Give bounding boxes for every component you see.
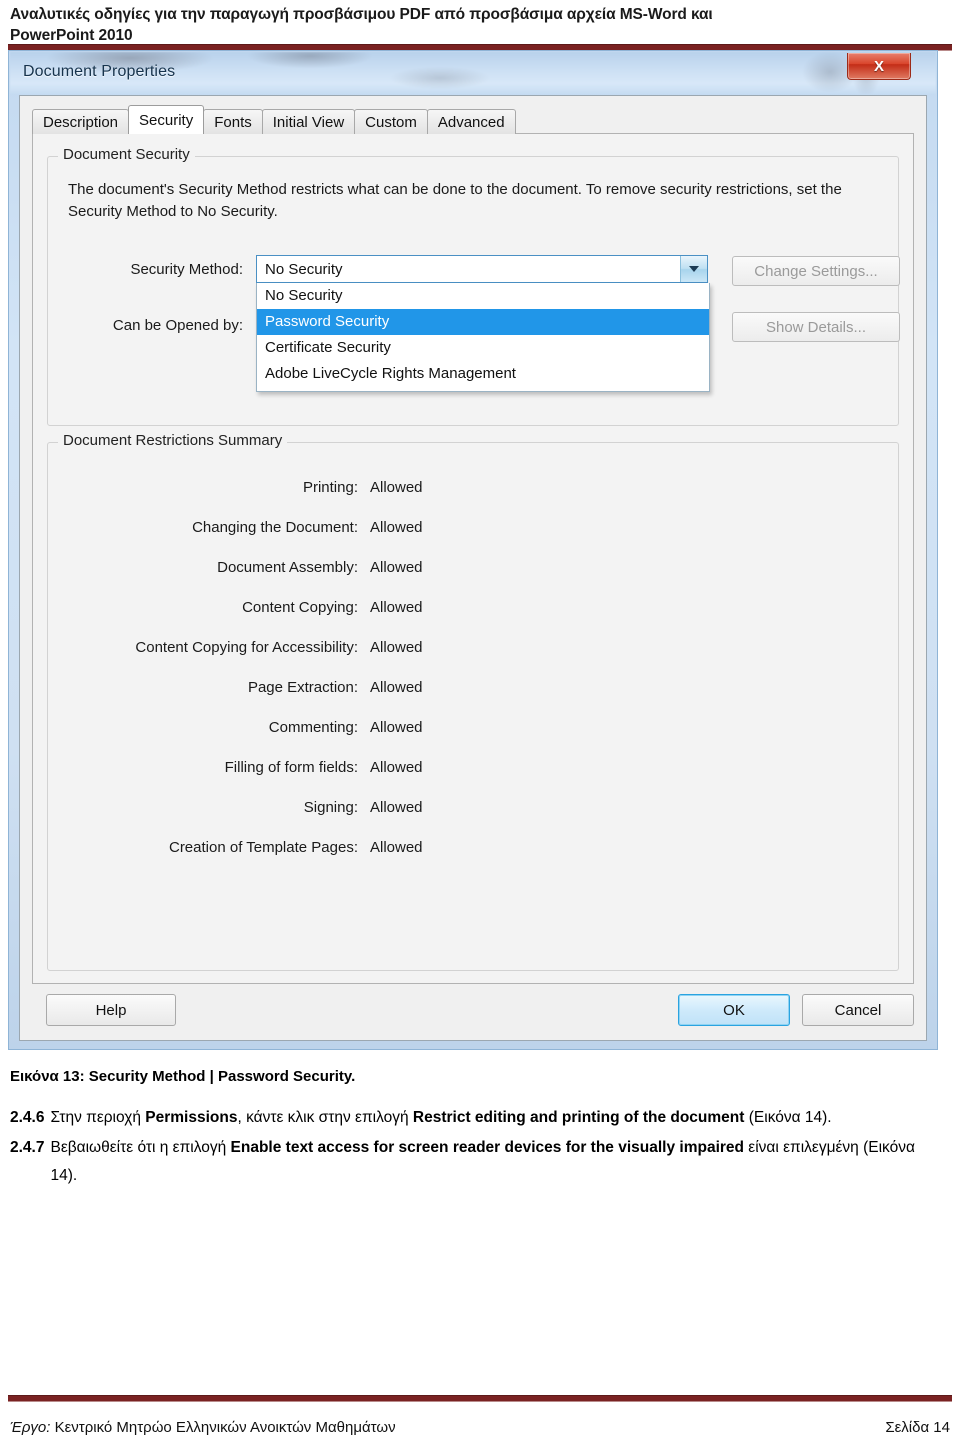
tab-custom[interactable]: Custom <box>354 109 428 134</box>
restriction-name: Document Assembly: <box>217 558 358 576</box>
screenshot-figure: Document Properties X Description Securi… <box>8 50 938 1050</box>
restriction-name: Page Extraction: <box>247 678 358 696</box>
table-row: Signing: Allowed <box>48 787 898 827</box>
figure-caption: Εικόνα 13: Security Method | Password Se… <box>10 1068 356 1085</box>
restriction-value: Allowed <box>370 678 423 696</box>
restriction-name: Signing: <box>303 798 358 816</box>
restriction-value: Allowed <box>370 518 423 536</box>
table-row: Document Assembly: Allowed <box>48 547 898 587</box>
document-security-legend: Document Security <box>58 146 195 163</box>
table-row: Printing: Allowed <box>48 467 898 507</box>
security-method-dropdown-list[interactable]: No Security Password Security Certificat… <box>256 283 710 392</box>
dialog-body: Description Security Fonts Initial View … <box>19 95 927 1041</box>
step-text: Στην περιοχή Permissions, κάντε κλικ στη… <box>50 1109 832 1126</box>
ok-button[interactable]: OK <box>678 994 790 1026</box>
restriction-name: Content Copying: <box>242 598 358 616</box>
restriction-name: Commenting: <box>268 718 358 736</box>
page-header: Αναλυτικές οδηγίες για την παραγωγή προσ… <box>10 4 950 46</box>
ok-button-label: OK <box>723 1001 745 1019</box>
dialog-title: Document Properties <box>23 63 176 80</box>
security-tab-panel: Document Security The document's Securit… <box>32 133 914 984</box>
restriction-value: Allowed <box>370 558 423 576</box>
document-security-group: Document Security The document's Securit… <box>47 146 900 426</box>
dropdown-option-certificate-security[interactable]: Certificate Security <box>257 335 709 361</box>
footer-project-prefix: Έργο: <box>10 1419 51 1436</box>
footer-divider-rule <box>8 1395 952 1402</box>
dropdown-option-no-security[interactable]: No Security <box>257 283 709 309</box>
step-number: 2.4.7 <box>10 1139 45 1156</box>
tab-advanced[interactable]: Advanced <box>426 109 516 134</box>
restriction-value: Allowed <box>370 478 423 496</box>
restriction-value: Allowed <box>370 718 423 736</box>
change-settings-label: Change Settings... <box>754 262 878 280</box>
document-restrictions-legend: Document Restrictions Summary <box>58 432 288 449</box>
close-icon-glyph: X <box>873 57 884 75</box>
tab-initial-view-label: Initial View <box>272 113 345 131</box>
restriction-name: Content Copying for Accessibility: <box>135 638 358 656</box>
restrictions-list: Printing: Allowed Changing the Document:… <box>48 467 898 867</box>
tab-description[interactable]: Description <box>32 109 130 134</box>
instruction-steps: 2.4.6 Στην περιοχή Permissions, κάντε κλ… <box>10 1104 940 1192</box>
step-2-4-6: 2.4.6 Στην περιοχή Permissions, κάντε κλ… <box>10 1104 940 1132</box>
help-button-label: Help <box>95 1001 127 1019</box>
page-header-line-2: PowerPoint 2010 <box>10 27 133 44</box>
tab-custom-label: Custom <box>365 113 417 131</box>
footer-project: Έργο: Κεντρικό Μητρώο Ελληνικών Ανοικτών… <box>10 1419 396 1436</box>
tab-advanced-label: Advanced <box>437 113 505 131</box>
table-row: Content Copying: Allowed <box>48 587 898 627</box>
restriction-value: Allowed <box>370 758 423 776</box>
restriction-name: Filling of form fields: <box>224 758 358 776</box>
tab-security-label: Security <box>139 111 194 129</box>
security-method-combobox[interactable]: No Security <box>256 255 708 283</box>
can-be-opened-by-label: Can be Opened by: <box>112 317 243 334</box>
chevron-down-icon[interactable] <box>680 256 707 282</box>
close-icon[interactable]: X <box>847 53 911 80</box>
tab-initial-view[interactable]: Initial View <box>261 109 356 134</box>
page-footer: Έργο: Κεντρικό Μητρώο Ελληνικών Ανοικτών… <box>10 1419 950 1436</box>
document-restrictions-group: Document Restrictions Summary Printing: … <box>47 432 899 971</box>
footer-page-number: Σελίδα 14 <box>885 1419 950 1436</box>
tabstrip: Description Security Fonts Initial View … <box>32 105 516 134</box>
restriction-name: Creation of Template Pages: <box>168 838 358 856</box>
table-row: Filling of form fields: Allowed <box>48 747 898 787</box>
security-method-label: Security Method: <box>130 261 243 278</box>
step-2-4-7: 2.4.7 Βεβαιωθείτε ότι η επιλογή Enable t… <box>10 1134 940 1190</box>
show-details-label: Show Details... <box>765 318 867 336</box>
security-method-value: No Security <box>265 260 343 278</box>
tab-description-label: Description <box>43 113 119 131</box>
footer-project-name: Κεντρικό Μητρώο Ελληνικών Ανοικτών Μαθημ… <box>50 1419 396 1436</box>
dialog-footer: Help OK Cancel <box>32 994 914 1030</box>
document-security-description: The document's Security Method restricts… <box>68 181 842 220</box>
table-row: Commenting: Allowed <box>48 707 898 747</box>
tab-security[interactable]: Security <box>128 105 205 134</box>
restriction-name: Changing the Document: <box>192 518 358 536</box>
tab-fonts[interactable]: Fonts <box>203 109 263 134</box>
cancel-button-label: Cancel <box>834 1001 882 1019</box>
table-row: Creation of Template Pages: Allowed <box>48 827 898 867</box>
page-header-line-1: Αναλυτικές οδηγίες για την παραγωγή προσ… <box>10 6 713 23</box>
table-row: Changing the Document: Allowed <box>48 507 898 547</box>
restriction-value: Allowed <box>370 798 423 816</box>
table-row: Page Extraction: Allowed <box>48 667 898 707</box>
cancel-button[interactable]: Cancel <box>802 994 914 1026</box>
help-button[interactable]: Help <box>46 994 176 1026</box>
restriction-value: Allowed <box>370 838 423 856</box>
table-row: Content Copying for Accessibility: Allow… <box>48 627 898 667</box>
restriction-value: Allowed <box>370 638 423 656</box>
window-frame: Document Properties X Description Securi… <box>8 50 938 1050</box>
step-number: 2.4.6 <box>10 1109 45 1126</box>
restriction-value: Allowed <box>370 598 423 616</box>
restriction-name: Printing: <box>302 478 358 496</box>
change-settings-button[interactable]: Change Settings... <box>732 256 900 286</box>
step-text: Βεβαιωθείτε ότι η επιλογή Enable text ac… <box>50 1139 915 1184</box>
show-details-button[interactable]: Show Details... <box>732 312 900 342</box>
dropdown-option-livecycle-rights-management[interactable]: Adobe LiveCycle Rights Management <box>257 361 709 387</box>
dropdown-option-password-security[interactable]: Password Security <box>257 309 709 335</box>
tab-fonts-label: Fonts <box>214 113 252 131</box>
